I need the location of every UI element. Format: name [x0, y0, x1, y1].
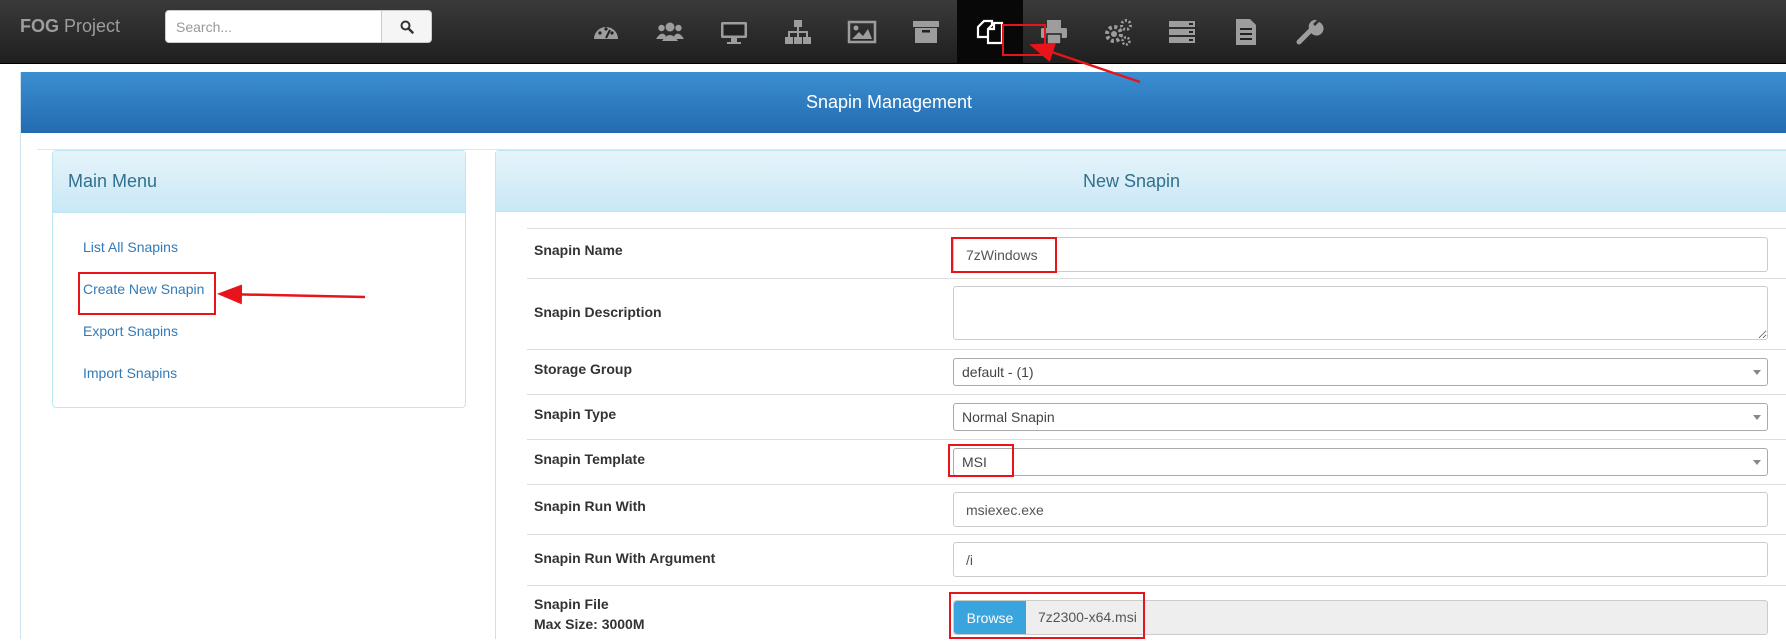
row-snapin-file: Snapin File Max Size: 3000M Browse 7z230… [527, 585, 1786, 641]
groups-icon [785, 19, 811, 44]
menu-item-list-all-snapins[interactable]: List All Snapins [83, 239, 178, 255]
new-snapin-title: New Snapin [496, 151, 1786, 212]
snapin-description-textarea[interactable] [953, 286, 1768, 340]
row-snapin-name: Snapin Name [527, 228, 1786, 279]
menu-item-import-snapins[interactable]: Import Snapins [83, 365, 177, 381]
storage-group-value: default - (1) [962, 364, 1034, 380]
snapin-name-label: Snapin Name [534, 242, 623, 258]
nav-storage[interactable] [893, 0, 959, 63]
storage-icon [913, 20, 939, 43]
row-storage-group: Storage Group default - (1) [527, 349, 1786, 395]
nav-dashboard[interactable] [573, 0, 639, 63]
snapin-name-input[interactable] [953, 237, 1768, 272]
menu-item-export-snapins[interactable]: Export Snapins [83, 323, 178, 339]
search-group [165, 10, 432, 43]
snapin-template-select[interactable]: MSI [953, 448, 1768, 476]
run-with-argument-label: Snapin Run With Argument [534, 550, 716, 566]
new-snapin-panel: New Snapin Snapin Name Snapin Descriptio… [495, 150, 1786, 639]
run-with-argument-input[interactable] [953, 542, 1768, 577]
snapins-icon [976, 19, 1004, 44]
row-run-with-argument: Snapin Run With Argument [527, 534, 1786, 586]
page-title: Snapin Management [21, 72, 1786, 133]
page-container: Snapin Management Main Menu List All Sna… [20, 72, 1786, 639]
users-icon [656, 22, 684, 41]
nav-hosts[interactable] [701, 0, 767, 63]
snapin-file-label: Snapin File [534, 596, 609, 612]
row-run-with: Snapin Run With [527, 484, 1786, 535]
storage-group-label: Storage Group [534, 361, 633, 377]
search-icon [400, 20, 414, 34]
snapin-type-value: Normal Snapin [962, 409, 1055, 425]
images-icon [847, 20, 877, 43]
chevron-down-icon [1753, 415, 1761, 420]
settings-icon [1296, 19, 1324, 44]
highlight-box-snapin-file [949, 592, 1145, 639]
highlight-box-snapin-template [948, 444, 1014, 477]
hosts-icon [721, 21, 747, 44]
search-input[interactable] [165, 10, 382, 43]
snapin-template-label: Snapin Template [534, 451, 645, 467]
top-navbar: FOG Project [0, 0, 1786, 64]
run-with-label: Snapin Run With [534, 498, 646, 514]
services-icon [1105, 18, 1132, 46]
highlight-box-snapins-nav [1002, 24, 1046, 56]
nav-settings[interactable] [1277, 0, 1343, 63]
reports-icon [1236, 18, 1256, 45]
max-size-label: Max Size: 3000M [534, 616, 645, 632]
row-snapin-description: Snapin Description [527, 278, 1786, 350]
snapin-type-label: Snapin Type [534, 406, 617, 422]
snapin-description-label: Snapin Description [534, 304, 662, 320]
row-snapin-type: Snapin Type Normal Snapin [527, 394, 1786, 440]
main-menu-title: Main Menu [53, 151, 465, 213]
tasks-icon [1169, 20, 1195, 43]
nav-tasks[interactable] [1149, 0, 1215, 63]
run-with-input[interactable] [953, 492, 1768, 527]
chevron-down-icon [1753, 370, 1761, 375]
nav-reports[interactable] [1213, 0, 1279, 63]
dashboard-icon [594, 26, 618, 39]
nav-groups[interactable] [765, 0, 831, 63]
nav-images[interactable] [829, 0, 895, 63]
nav-users[interactable] [637, 0, 703, 63]
nav-services[interactable] [1085, 0, 1151, 63]
search-button[interactable] [381, 10, 432, 43]
brand-logo[interactable]: FOG Project [20, 16, 120, 37]
highlight-box-create-new-snapin [78, 272, 216, 315]
chevron-down-icon [1753, 460, 1761, 465]
storage-group-select[interactable]: default - (1) [953, 358, 1768, 386]
row-snapin-template: Snapin Template MSI [527, 439, 1786, 485]
snapin-type-select[interactable]: Normal Snapin [953, 403, 1768, 431]
highlight-box-snapin-name [951, 237, 1057, 273]
